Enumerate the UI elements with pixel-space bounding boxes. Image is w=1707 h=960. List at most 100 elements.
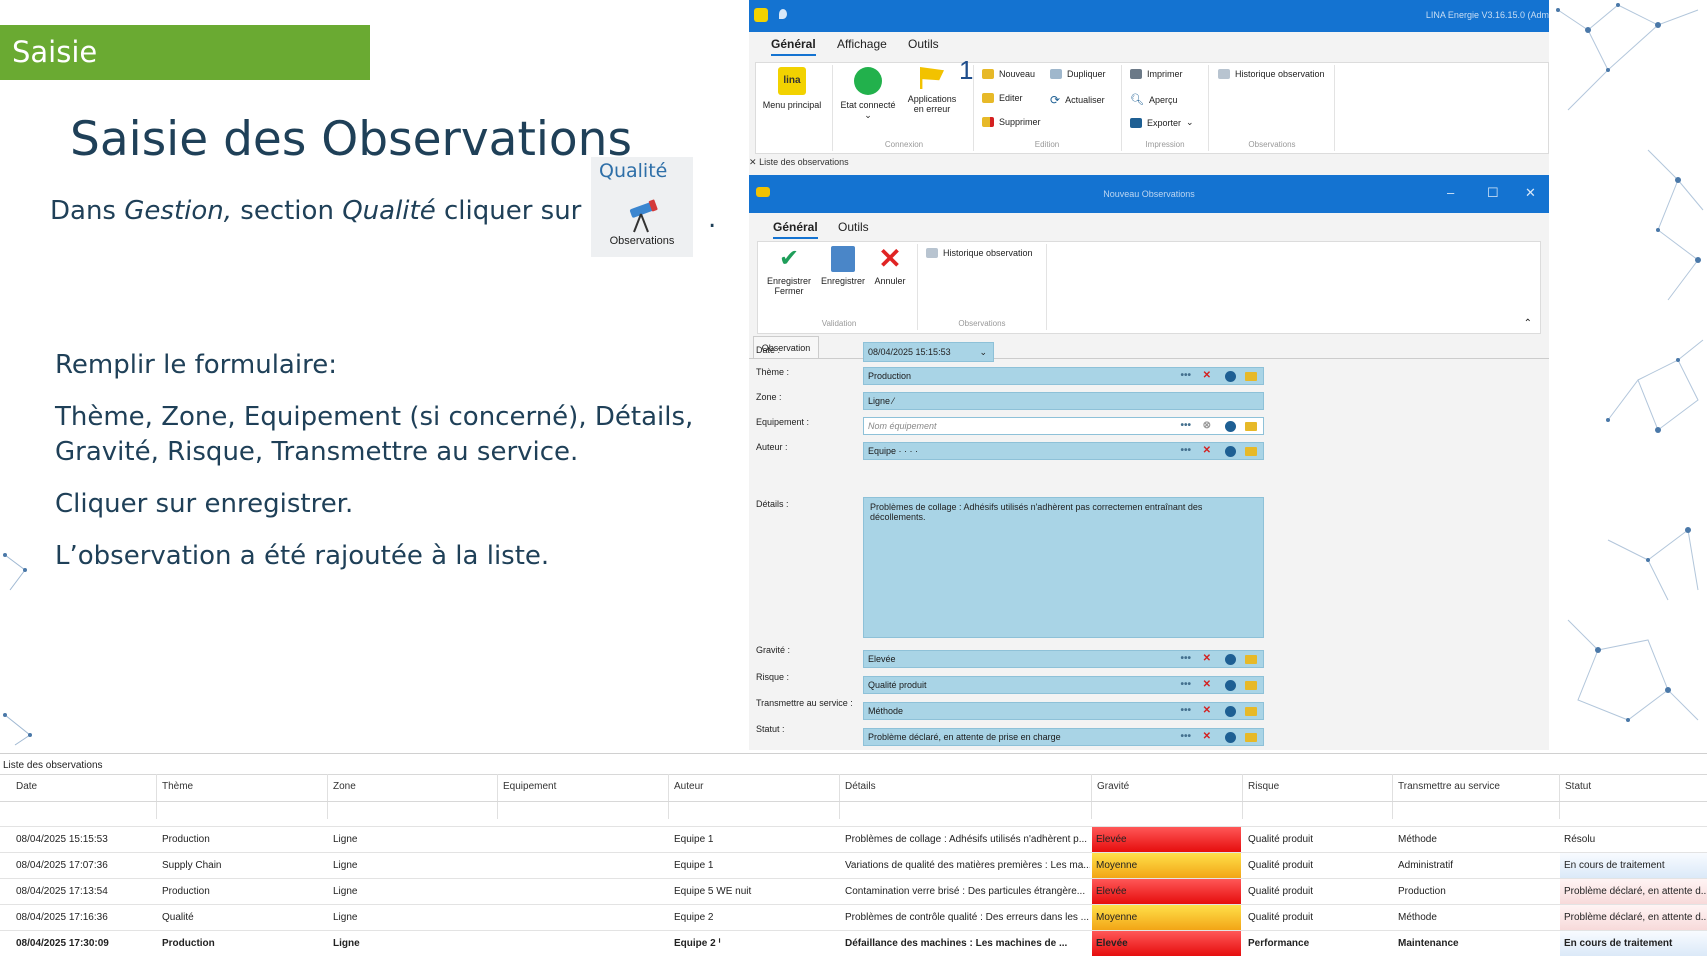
more-icon[interactable]: ••• — [1180, 703, 1191, 719]
enregistrer-button[interactable]: Enregistrer — [818, 246, 868, 286]
col-header-equipement[interactable]: Equipement — [503, 781, 556, 792]
risque-field[interactable]: Qualité produit ••• ✕ — [863, 676, 1264, 694]
dupliquer-button[interactable]: Dupliquer — [1050, 69, 1106, 79]
main-ribbon: lina Menu principal Etat connecté ⌄ Appli… — [755, 55, 1549, 154]
cell-date: 08/04/2025 15:15:53 — [16, 834, 108, 845]
col-header-gravite[interactable]: Gravité — [1097, 781, 1129, 792]
dialog-title: Nouveau Observations — [1103, 189, 1195, 199]
date-picker[interactable]: 08/04/2025 15:15:53 ⌄ — [863, 342, 994, 362]
more-icon[interactable]: ••• — [1180, 443, 1191, 459]
table-row[interactable]: 08/04/2025 17:13:54 Production Ligne Equ… — [0, 878, 1707, 904]
imprimer-button[interactable]: Imprimer — [1130, 69, 1183, 79]
dialog-tab-outils[interactable]: Outils — [838, 220, 869, 234]
minimize-button[interactable]: – — [1447, 185, 1454, 200]
col-header-risque[interactable]: Risque — [1248, 781, 1279, 792]
enregistrer-fermer-button[interactable]: ✔ Enregistrer Fermer — [762, 246, 816, 297]
navigate-icon[interactable] — [1225, 654, 1236, 665]
navigate-icon[interactable] — [1225, 371, 1236, 382]
annuler-button[interactable]: ✕ Annuler — [870, 245, 910, 287]
navigate-icon[interactable] — [1225, 446, 1236, 457]
ribbon-separator — [1121, 65, 1122, 151]
clear-icon[interactable]: ✕ — [1203, 651, 1211, 667]
folder-icon[interactable] — [1245, 422, 1257, 431]
col-header-transmettre[interactable]: Transmettre au service — [1398, 781, 1500, 792]
applications-erreur-button[interactable]: Applications en erreur — [904, 67, 960, 114]
more-icon[interactable]: ••• — [1180, 651, 1191, 667]
col-header-details[interactable]: Détails — [845, 781, 876, 792]
tab-general[interactable]: Général — [771, 37, 816, 56]
col-header-date[interactable]: Date — [16, 781, 37, 792]
column-separator — [1392, 774, 1393, 819]
folder-icon[interactable] — [1245, 655, 1257, 664]
transmettre-field[interactable]: Méthode ••• ✕ — [863, 702, 1264, 720]
gravite-field[interactable]: Elevée ••• ✕ — [863, 650, 1264, 668]
dialog-historique-button[interactable]: Historique observation — [926, 248, 1033, 258]
export-icon — [1130, 117, 1142, 128]
dialog-tab-general[interactable]: Général — [773, 220, 818, 239]
col-header-theme[interactable]: Thème — [162, 781, 193, 792]
ribbon-separator — [832, 65, 833, 151]
intro-qualite: Qualité — [342, 196, 436, 226]
exporter-button[interactable]: Exporter ⌄ — [1130, 117, 1194, 128]
clear-icon[interactable]: ✕ — [1203, 677, 1211, 693]
close-dialog-button[interactable]: ✕ — [1525, 185, 1536, 201]
actualiser-button[interactable]: ⟳ Actualiser — [1050, 93, 1105, 107]
menu-principal-label: Menu principal — [762, 100, 822, 110]
cell-details: Contamination verre brisé : Des particul… — [845, 886, 1086, 897]
column-separator — [1559, 774, 1560, 819]
folder-icon[interactable] — [1245, 447, 1257, 456]
collapse-ribbon-icon[interactable]: ⌃ — [1524, 318, 1532, 329]
table-row-selected[interactable]: 08/04/2025 17:30:09 Production Ligne Equ… — [0, 930, 1707, 956]
details-textarea[interactable]: Problèmes de collage : Adhésifs utilisés… — [863, 497, 1264, 638]
lina-logo-icon: lina — [778, 67, 806, 95]
theme-field[interactable]: Production ••• ✕ — [863, 367, 1264, 385]
folder-icon[interactable] — [1245, 681, 1257, 690]
more-icon[interactable]: ••• — [1180, 677, 1191, 693]
etat-connecte-button[interactable]: Etat connecté ⌄ — [836, 67, 900, 121]
more-icon[interactable]: ••• — [1180, 368, 1191, 384]
group-observations-label: Observations — [1248, 140, 1296, 149]
col-header-zone[interactable]: Zone — [333, 781, 356, 792]
close-icon[interactable]: ✕ — [749, 157, 757, 167]
observations-grid: Liste des observations Date Thème Zone E… — [0, 753, 1707, 960]
zone-field[interactable]: Ligne ⁄ — [863, 392, 1264, 410]
cell-theme: Production — [162, 938, 215, 949]
editer-button[interactable]: Editer — [982, 93, 1023, 103]
observations-ribbon-button[interactable]: Qualité Observations — [591, 157, 693, 257]
folder-icon[interactable] — [1245, 707, 1257, 716]
col-header-statut[interactable]: Statut — [1565, 781, 1591, 792]
historique-observation-button[interactable]: Historique observation — [1218, 69, 1325, 79]
menu-principal-button[interactable]: lina Menu principal — [760, 67, 824, 110]
cell-equipement — [499, 827, 667, 852]
clear-icon[interactable]: ✕ — [1203, 368, 1211, 384]
navigate-icon[interactable] — [1225, 706, 1236, 717]
clear-icon[interactable]: ✕ — [1203, 703, 1211, 719]
folder-icon[interactable] — [1245, 372, 1257, 381]
clear-icon[interactable]: ✕ — [1203, 729, 1211, 745]
navigate-icon[interactable] — [1225, 680, 1236, 691]
statut-field[interactable]: Problème déclaré, en attente de prise en… — [863, 728, 1264, 746]
clear-icon[interactable]: ✕ — [1203, 443, 1211, 459]
navigate-icon[interactable] — [1225, 421, 1236, 432]
table-row[interactable]: 08/04/2025 17:16:36 Qualité Ligne Equipe… — [0, 904, 1707, 930]
telescope-icon — [629, 199, 658, 233]
more-icon[interactable]: ••• — [1180, 418, 1191, 434]
chevron-down-icon[interactable]: ⌄ — [979, 343, 987, 361]
navigate-icon[interactable] — [1225, 732, 1236, 743]
supprimer-button[interactable]: Supprimer — [982, 117, 1041, 127]
folder-icon[interactable] — [1245, 733, 1257, 742]
auteur-field[interactable]: Equipe · · · · ••• ✕ — [863, 442, 1264, 460]
clear-icon[interactable]: ⊗ — [1203, 418, 1211, 434]
more-icon[interactable]: ••• — [1180, 729, 1191, 745]
app-logo-icon — [754, 8, 768, 22]
tab-outils[interactable]: Outils — [908, 37, 939, 51]
maximize-button[interactable]: ☐ — [1487, 185, 1499, 201]
liste-observations-tab[interactable]: ✕ Liste des observations — [749, 157, 849, 168]
apercu-button[interactable]: 🔍︎ Aperçu — [1130, 93, 1178, 106]
table-row[interactable]: 08/04/2025 17:07:36 Supply Chain Ligne E… — [0, 852, 1707, 878]
tab-affichage[interactable]: Affichage — [837, 37, 887, 51]
table-row[interactable]: 08/04/2025 15:15:53 Production Ligne Equ… — [0, 826, 1707, 852]
nouveau-button[interactable]: Nouveau — [982, 69, 1035, 79]
equipement-field[interactable]: Nom équipement ••• ⊗ — [863, 417, 1264, 435]
col-header-auteur[interactable]: Auteur — [674, 781, 703, 792]
